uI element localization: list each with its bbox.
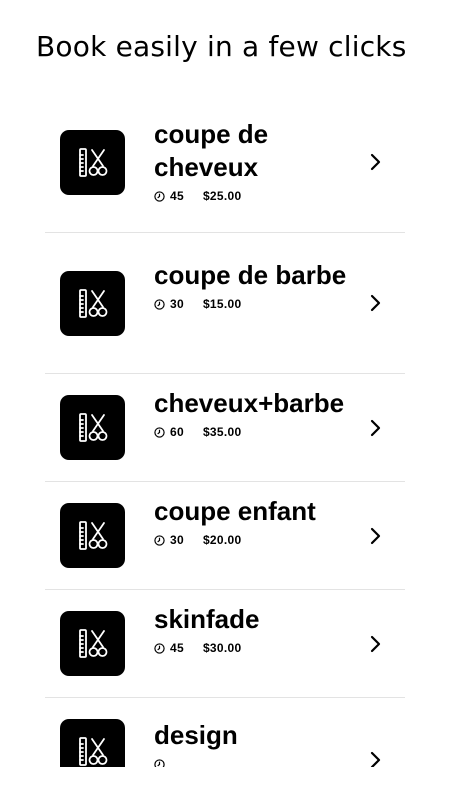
service-price: $20.00 — [202, 533, 242, 547]
chevron-right-icon[interactable] — [369, 634, 383, 654]
service-item[interactable]: coupe enfant 30 $20.00 — [45, 482, 405, 590]
service-price: $25.00 — [202, 189, 242, 203]
service-price: $35.00 — [202, 425, 242, 439]
chevron-right-icon[interactable] — [369, 418, 383, 438]
service-duration: 60 — [170, 425, 184, 439]
service-info: coupe de cheveux 45 $25.00 — [154, 118, 359, 204]
service-info: coupe de barbe 30 $15.00 — [154, 259, 359, 312]
service-meta — [154, 756, 359, 767]
service-item[interactable]: skinfade 45 $30.00 — [45, 590, 405, 698]
service-item[interactable]: cheveux+barbe 60 $35.00 — [45, 374, 405, 482]
clock-icon — [154, 642, 165, 654]
chevron-right-icon[interactable] — [369, 293, 383, 313]
service-item[interactable]: coupe de cheveux 45 $25.00 — [45, 92, 405, 233]
clock-icon — [154, 298, 165, 310]
clock-icon — [154, 758, 165, 767]
service-meta: 45 $25.00 — [154, 188, 359, 204]
service-duration: 30 — [170, 533, 184, 547]
comb-scissors-icon — [60, 503, 125, 568]
comb-scissors-icon — [60, 130, 125, 195]
chevron-right-icon[interactable] — [369, 152, 383, 172]
service-name: coupe de barbe — [154, 260, 347, 290]
service-meta: 60 $35.00 — [154, 424, 359, 440]
service-duration: 30 — [170, 297, 184, 311]
service-item[interactable]: coupe de barbe 30 $15.00 — [45, 233, 405, 374]
service-info: cheveux+barbe 60 $35.00 — [154, 387, 359, 440]
service-meta: 30 $15.00 — [154, 296, 359, 312]
service-price: $15.00 — [202, 297, 242, 311]
chevron-right-icon[interactable] — [369, 750, 383, 767]
service-name: coupe enfant — [154, 496, 316, 526]
service-item[interactable]: design — [45, 698, 405, 767]
service-name: cheveux+barbe — [154, 388, 345, 418]
service-list: coupe de cheveux 45 $25.00 coupe de barb… — [45, 92, 405, 767]
service-name: skinfade — [154, 604, 260, 634]
clock-icon — [154, 534, 165, 546]
page-title: Book easily in a few clicks — [36, 30, 407, 63]
service-price: $30.00 — [202, 641, 242, 655]
comb-scissors-icon — [60, 395, 125, 460]
service-meta: 30 $20.00 — [154, 532, 359, 548]
service-name: coupe de cheveux — [154, 119, 269, 182]
service-duration: 45 — [170, 189, 184, 203]
chevron-right-icon[interactable] — [369, 526, 383, 546]
service-info: coupe enfant 30 $20.00 — [154, 495, 359, 548]
clock-icon — [154, 190, 165, 202]
comb-scissors-icon — [60, 271, 125, 336]
comb-scissors-icon — [60, 611, 125, 676]
service-meta: 45 $30.00 — [154, 640, 359, 656]
comb-scissors-icon — [60, 719, 125, 767]
clock-icon — [154, 426, 165, 438]
service-name: design — [154, 720, 238, 750]
service-info: design — [154, 719, 359, 767]
service-info: skinfade 45 $30.00 — [154, 603, 359, 656]
service-duration: 45 — [170, 641, 184, 655]
